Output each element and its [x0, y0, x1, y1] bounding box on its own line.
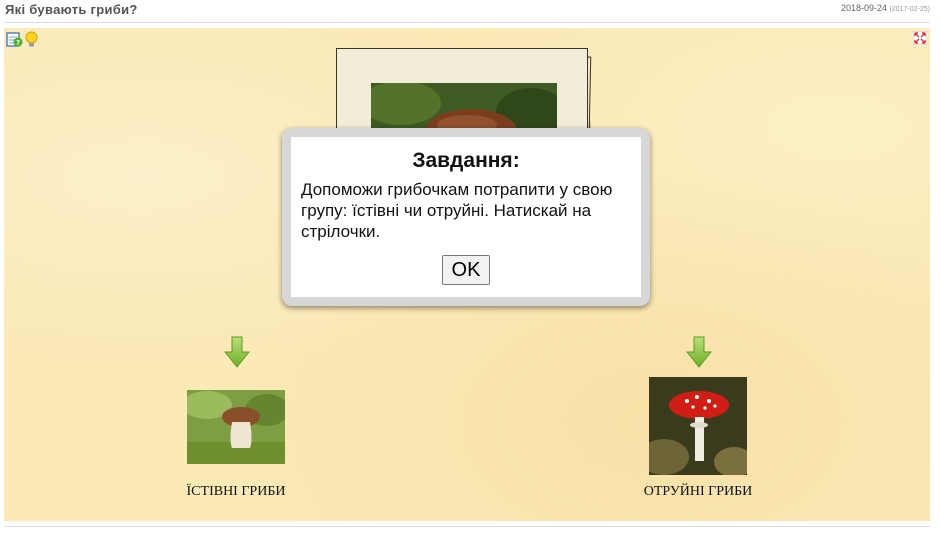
- title-bar: Які бувають гриби? 2018-09-24 (2017-02-2…: [0, 0, 940, 22]
- task-dialog-content: Завдання: Допоможи грибочкам потрапити у…: [291, 137, 641, 297]
- arrow-down-icon[interactable]: [223, 336, 251, 373]
- date-updated: 2018-09-24: [840, 3, 888, 13]
- group-label-poisonous: ОТРУЙНІ ГРИБИ: [643, 484, 753, 499]
- poisonous-mushroom-image: [649, 377, 747, 475]
- arrow-down-icon[interactable]: [685, 336, 713, 373]
- date-created: (2017-02-25): [889, 6, 930, 13]
- footer-divider: [4, 526, 930, 527]
- group-label-edible: ЇСТІВНІ ГРИБИ: [186, 484, 286, 499]
- lightbulb-icon[interactable]: [24, 31, 39, 53]
- fullscreen-icon[interactable]: [912, 30, 928, 50]
- help-check-icon[interactable]: ?: [6, 31, 23, 53]
- edible-mushroom-image: [187, 390, 285, 464]
- svg-text:?: ?: [16, 39, 20, 47]
- header-divider: [4, 22, 930, 23]
- ok-button[interactable]: OK: [442, 255, 490, 285]
- task-dialog-text: Допоможи грибочкам потрапити у свою груп…: [301, 180, 613, 241]
- task-dialog-title: Завдання:: [412, 149, 520, 172]
- task-dialog: Завдання: Допоможи грибочкам потрапити у…: [282, 128, 650, 306]
- page-title: Які бувають гриби?: [5, 2, 138, 17]
- date-stamp: 2018-09-24 (2017-02-25): [841, 3, 930, 13]
